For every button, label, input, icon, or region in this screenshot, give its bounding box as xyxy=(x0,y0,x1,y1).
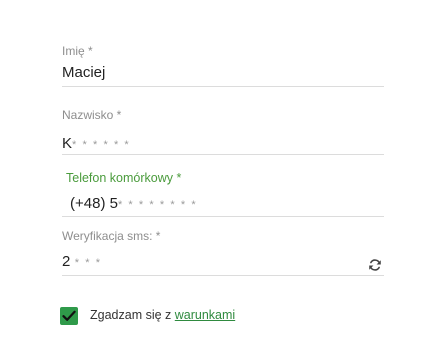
terms-link[interactable]: warunkami xyxy=(175,308,235,322)
phone-label: Telefon komórkowy * xyxy=(66,171,182,185)
terms-text: Zgadzam się z warunkami xyxy=(90,308,235,322)
refresh-icon[interactable] xyxy=(368,255,382,271)
phone-input[interactable]: (+48) 5* * * * * * * * xyxy=(62,193,384,217)
phone-mask: * * * * * * * * xyxy=(117,199,198,211)
last-name-mask: * * * * * * xyxy=(72,139,131,151)
phone-value: (+48) 5 xyxy=(70,195,118,212)
sms-verification-label: Weryfikacja sms: * xyxy=(62,229,161,243)
registration-form: Imię * Maciej Nazwisko * K* * * * * * Te… xyxy=(0,0,427,340)
first-name-input[interactable]: Maciej xyxy=(62,62,384,87)
terms-checkbox[interactable] xyxy=(60,307,78,325)
checkmark-icon xyxy=(62,310,76,321)
first-name-value: Maciej xyxy=(62,64,106,81)
first-name-field: Imię * Maciej xyxy=(62,44,384,87)
phone-field: Telefon komórkowy * (+48) 5* * * * * * *… xyxy=(62,171,384,217)
first-name-label: Imię * xyxy=(62,44,93,58)
last-name-value: K xyxy=(62,135,73,152)
sms-verification-mask: * * * xyxy=(74,257,103,269)
terms-text-prefix: Zgadzam się z xyxy=(90,308,172,322)
last-name-field: Nazwisko * K* * * * * * xyxy=(62,108,384,155)
sms-verification-input[interactable]: 2 * * * xyxy=(62,249,384,276)
sms-verification-value: 2 xyxy=(62,253,71,270)
last-name-input[interactable]: K* * * * * * xyxy=(62,133,384,155)
last-name-label: Nazwisko * xyxy=(62,108,122,122)
sms-verification-field: Weryfikacja sms: * 2 * * * xyxy=(62,229,384,276)
